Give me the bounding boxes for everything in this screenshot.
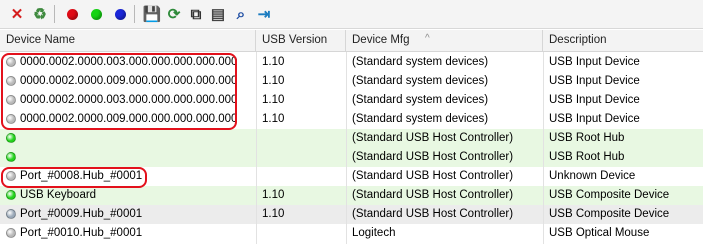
save-icon[interactable]: 💾 [142,4,162,24]
description-cell: USB Root Hub [549,151,625,163]
green-dot-glyph [90,8,102,20]
usb-version-cell: 1.10 [262,56,285,68]
device-mfg-cell: (Standard system devices) [352,75,489,87]
description-cell: USB Composite Device [549,208,670,220]
device-mfg-cell: (Standard system devices) [352,94,489,106]
column-divider [543,52,544,244]
description-cell: USB Input Device [549,113,640,125]
column-header: Device Name USB Version Device Mfg ^ Des… [0,30,703,52]
device-mfg-cell: (Standard USB Host Controller) [352,208,514,220]
toolbar-separator [54,5,55,23]
device-mfg-cell: Logitech [352,227,396,239]
red-dot-glyph [66,8,78,20]
table-row[interactable]: (Standard USB Host Controller) USB Root H… [0,129,703,148]
status-led-icon [6,133,16,143]
description-cell: USB Input Device [549,94,640,106]
column-usb-version[interactable]: USB Version [256,30,346,51]
usb-version-cell: 1.10 [262,208,285,220]
table-row[interactable]: Port_#0010.Hub_#0001 Logitech USB Optical … [0,224,703,243]
usb-version-cell: 1.10 [262,94,285,106]
red-dot-icon[interactable] [62,4,82,24]
blue-dot-icon[interactable] [110,4,130,24]
device-mfg-cell: (Standard system devices) [352,113,489,125]
status-led-icon [6,152,16,162]
device-mfg-cell: (Standard USB Host Controller) [352,170,514,182]
table-row[interactable]: USB Keyboard 1.10 (Standard USB Host Contr… [0,186,703,205]
device-mfg-cell: (Standard USB Host Controller) [352,189,514,201]
device-mfg-cell: (Standard USB Host Controller) [352,132,514,144]
copy-icon[interactable]: ⧉ [186,4,206,24]
blue-dot-glyph [114,8,126,20]
usb-version-cell: 1.10 [262,113,285,125]
annotation-highlight-box [1,53,237,130]
description-cell: USB Input Device [549,75,640,87]
description-cell: USB Root Hub [549,132,625,144]
column-description[interactable]: Description [543,30,703,51]
usb-version-cell: 1.10 [262,75,285,87]
column-device-mfg[interactable]: Device Mfg [346,30,543,51]
table-row[interactable]: Port_#0009.Hub_#0001 1.10 (Standard USB Ho… [0,205,703,224]
device-mfg-cell: (Standard system devices) [352,56,489,68]
column-device-name[interactable]: Device Name [0,30,256,51]
sort-caret-icon: ^ [425,33,430,44]
toolbar-separator [134,5,135,23]
column-device-mfg-label: Device Mfg [352,34,410,46]
description-cell: USB Composite Device [549,189,670,201]
recycle-bin-icon[interactable]: ♻ [30,4,50,24]
device-mfg-cell: (Standard USB Host Controller) [352,151,514,163]
table-row[interactable]: (Standard USB Host Controller) USB Root H… [0,148,703,167]
delete-icon[interactable]: ✕ [7,4,27,24]
device-name-cell: Port_#0010.Hub_#0001 [20,227,143,239]
status-led-icon [6,190,16,200]
description-cell: USB Optical Mouse [549,227,650,239]
status-led-icon [6,209,16,219]
annotation-highlight-box [1,167,147,188]
device-name-cell: Port_#0009.Hub_#0001 [20,208,143,220]
column-divider [256,52,257,244]
exit-icon[interactable]: ⇥ [254,4,274,24]
green-dot-icon[interactable] [86,4,106,24]
description-cell: Unknown Device [549,170,636,182]
properties-icon[interactable]: ▤ [208,4,228,24]
description-cell: USB Input Device [549,56,640,68]
refresh-icon[interactable]: ⟳ [164,4,184,24]
column-divider [346,52,347,244]
find-icon[interactable]: ⌕ [231,4,251,24]
status-led-icon [6,228,16,238]
toolbar: ✕ ♻ 💾 ⟳ ⧉ ▤ ⌕ ⇥ [0,0,703,29]
device-name-cell: USB Keyboard [20,189,97,201]
usb-version-cell: 1.10 [262,189,285,201]
